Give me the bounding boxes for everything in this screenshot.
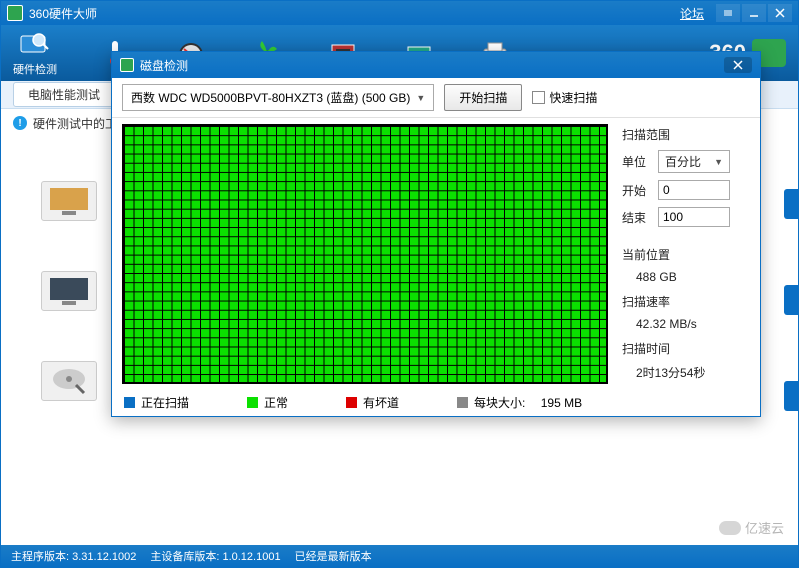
cloud-icon xyxy=(719,521,741,535)
start-label: 开始 xyxy=(622,182,652,199)
app-title: 360硬件大师 xyxy=(29,5,680,22)
info-text: 硬件测试中的工 xyxy=(33,115,117,132)
legend-blocksize-label: 每块大小: xyxy=(474,394,525,411)
status-latest: 已经是最新版本 xyxy=(295,548,372,564)
watermark-text: 亿速云 xyxy=(745,518,784,537)
unit-select[interactable]: 百分比 ▼ xyxy=(658,150,730,173)
dialog-toolbar: 西数 WDC WD5000BPVT-80HXZT3 (蓝盘) (500 GB) … xyxy=(112,78,760,118)
current-heading: 当前位置 xyxy=(622,246,750,263)
legend-scanning-swatch xyxy=(124,397,135,408)
dialog-body: 扫描范围 单位 百分比 ▼ 开始 结束 当前位置 488 GB xyxy=(112,118,760,388)
unit-label: 单位 xyxy=(622,153,652,170)
speed-value: 42.32 MB/s xyxy=(622,317,750,331)
unit-value: 百分比 xyxy=(665,153,701,170)
main-statusbar: 主程序版本: 3.31.12.1002 主设备库版本: 1.0.12.1001 … xyxy=(1,545,798,567)
start-scan-button[interactable]: 开始扫描 xyxy=(444,84,522,111)
quick-scan-label: 快速扫描 xyxy=(549,89,597,106)
toolbar-label: 硬件检测 xyxy=(13,61,57,77)
minimize-button[interactable] xyxy=(742,4,766,22)
side-right-tabs xyxy=(784,189,798,411)
quick-scan-checkbox[interactable]: 快速扫描 xyxy=(532,89,597,106)
legend-normal-swatch xyxy=(247,397,258,408)
elapsed-heading: 扫描时间 xyxy=(622,340,750,357)
watermark: 亿速云 xyxy=(719,518,784,537)
chevron-down-icon: ▼ xyxy=(416,93,425,103)
range-heading: 扫描范围 xyxy=(622,126,750,143)
perf-test-button[interactable]: 电脑性能测试 xyxy=(13,82,115,107)
app-icon xyxy=(7,5,23,21)
legend-bad: 有坏道 xyxy=(363,394,399,411)
dialog-icon xyxy=(120,58,134,72)
side-thumbnails xyxy=(41,181,97,401)
legend-blocksize-value: 195 MB xyxy=(541,396,582,410)
side-tab-2[interactable] xyxy=(784,285,798,315)
thumb-monitor[interactable] xyxy=(41,271,97,311)
current-value: 488 GB xyxy=(622,270,750,284)
main-window: 360硬件大师 论坛 硬件检测 360 xyxy=(0,0,799,568)
disk-select-value: 西数 WDC WD5000BPVT-80HXZT3 (蓝盘) (500 GB) xyxy=(131,89,410,106)
toolbar-hardware-detect[interactable]: 硬件检测 xyxy=(13,29,57,77)
dialog-close-button[interactable] xyxy=(724,57,752,73)
disk-scan-dialog: 磁盘检测 西数 WDC WD5000BPVT-80HXZT3 (蓝盘) (500… xyxy=(111,51,761,417)
side-tab-1[interactable] xyxy=(784,189,798,219)
close-button[interactable] xyxy=(768,4,792,22)
legend: 正在扫描 正常 有坏道 每块大小: 195 MB xyxy=(112,388,760,417)
dialog-title: 磁盘检测 xyxy=(140,57,724,74)
legend-blocksize-swatch xyxy=(457,397,468,408)
elapsed-value: 2时13分54秒 xyxy=(622,364,750,381)
info-icon: ! xyxy=(13,116,27,130)
legend-normal: 正常 xyxy=(264,394,288,411)
scan-grid-cells xyxy=(124,126,606,382)
end-input[interactable] xyxy=(658,207,730,227)
magnifier-monitor-icon xyxy=(17,29,53,59)
dialog-titlebar: 磁盘检测 xyxy=(112,52,760,78)
scan-side-panel: 扫描范围 单位 百分比 ▼ 开始 结束 当前位置 488 GB xyxy=(622,124,750,384)
menu-button[interactable] xyxy=(716,4,740,22)
legend-scanning: 正在扫描 xyxy=(141,394,189,411)
side-tab-3[interactable] xyxy=(784,381,798,411)
forum-link[interactable]: 论坛 xyxy=(680,5,704,22)
thumb-display[interactable] xyxy=(41,181,97,221)
checkbox-box xyxy=(532,91,545,104)
legend-bad-swatch xyxy=(346,397,357,408)
main-titlebar: 360硬件大师 论坛 xyxy=(1,1,798,25)
disk-select[interactable]: 西数 WDC WD5000BPVT-80HXZT3 (蓝盘) (500 GB) … xyxy=(122,84,434,111)
speed-heading: 扫描速率 xyxy=(622,293,750,310)
thumb-disk[interactable] xyxy=(41,361,97,401)
start-input[interactable] xyxy=(658,180,730,200)
chevron-down-icon: ▼ xyxy=(714,157,723,167)
status-db-version: 主设备库版本: 1.0.12.1001 xyxy=(150,548,280,564)
end-label: 结束 xyxy=(622,209,652,226)
scan-grid xyxy=(122,124,608,384)
status-program-version: 主程序版本: 3.31.12.1002 xyxy=(11,548,136,564)
